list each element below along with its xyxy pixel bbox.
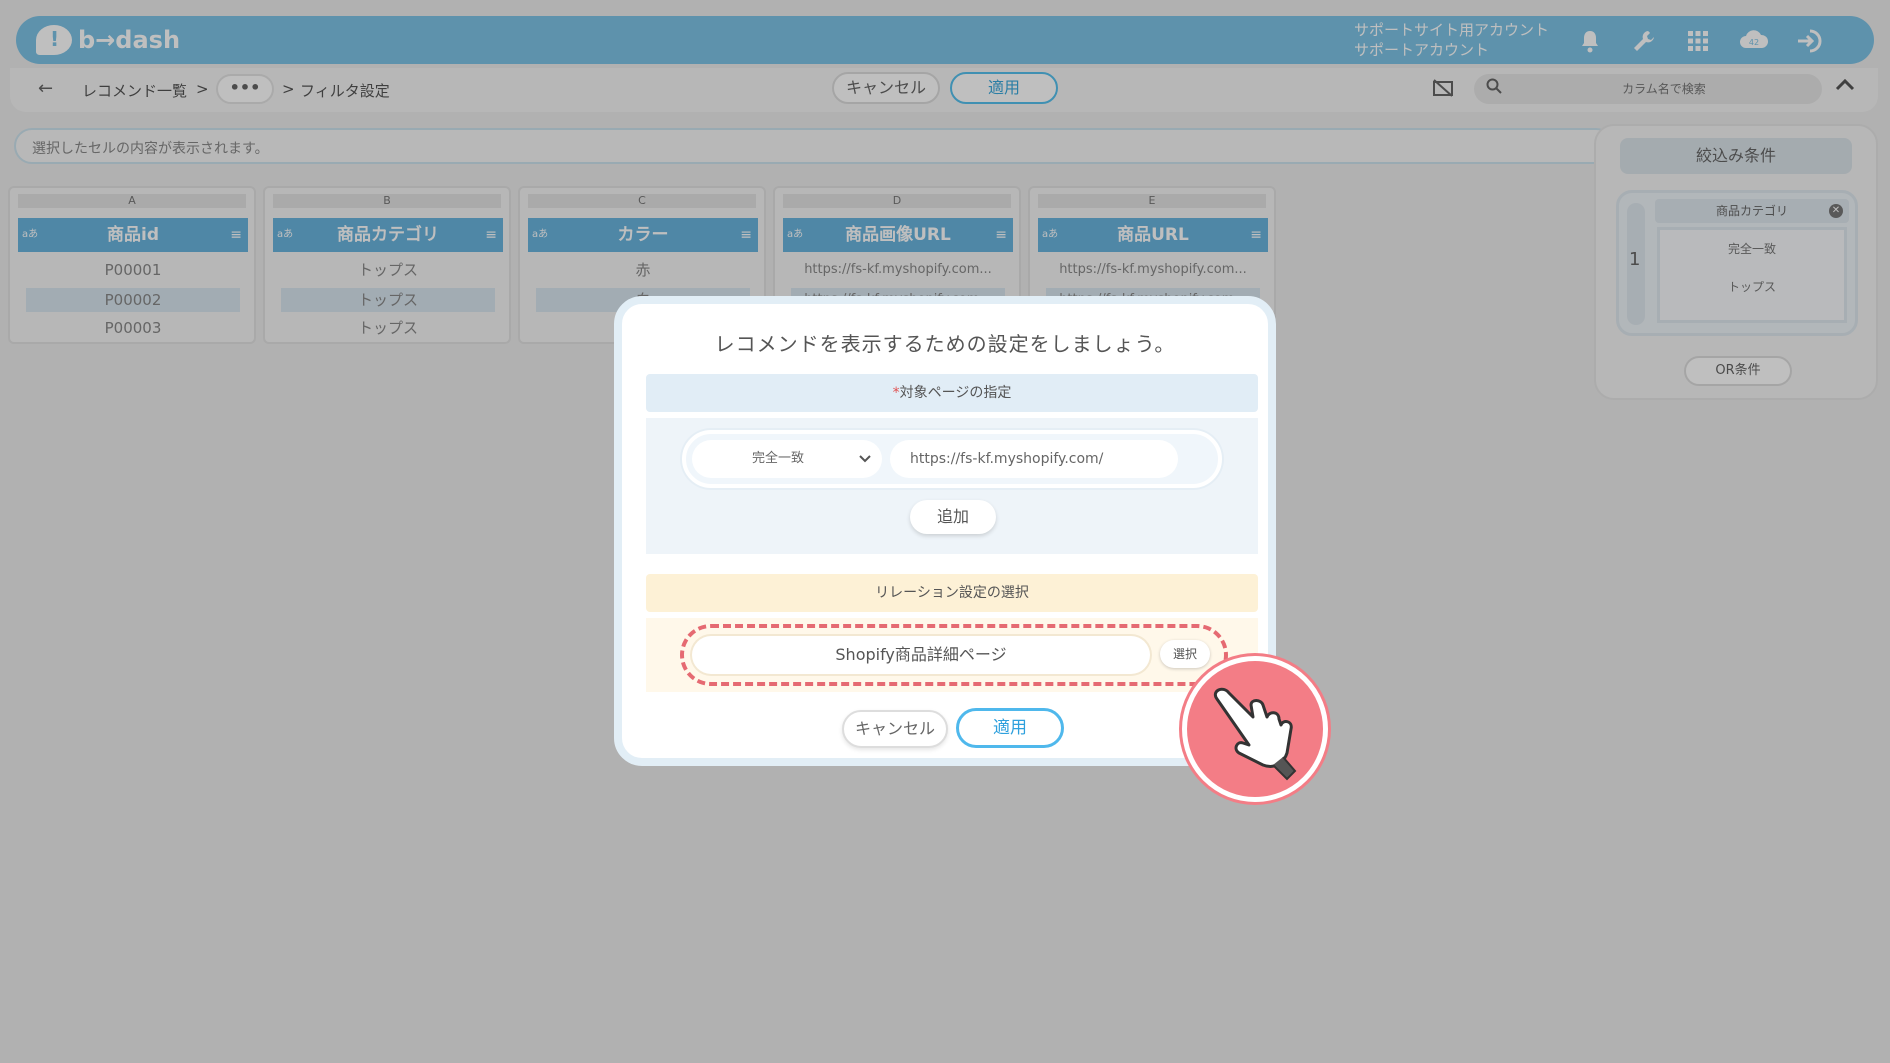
chevron-down-icon [858,440,872,493]
relation-input[interactable]: Shopify商品詳細ページ [692,636,1150,674]
add-condition-button[interactable]: 追加 [910,500,996,534]
match-type-value: 完全一致 [752,451,805,466]
relation-highlight-outline: Shopify商品詳細ページ 選択 [680,624,1228,686]
url-input[interactable]: https://fs-kf.myshopify.com/ [890,440,1178,478]
required-mark: * [892,385,900,401]
url-condition-row: 完全一致 https://fs-kf.myshopify.com/ [682,430,1222,488]
match-type-select[interactable]: 完全一致 [692,440,882,478]
relation-section-header: リレーション設定の選択 [646,574,1258,612]
modal-cancel-button[interactable]: キャンセル [842,710,948,748]
target-page-section: 完全一致 https://fs-kf.myshopify.com/ 追加 [646,418,1258,554]
relation-section: Shopify商品詳細ページ 選択 [646,618,1258,692]
target-page-section-title: 対象ページの指定 [899,385,1012,401]
target-page-section-header: *対象ページの指定 [646,374,1258,412]
modal-title: レコメンドを表示するための設定をしましょう。 [714,332,1176,356]
modal-apply-button[interactable]: 適用 [956,708,1064,748]
tutorial-pointer-icon [1182,656,1328,802]
recommend-settings-modal: レコメンドを表示するための設定をしましょう。 *対象ページの指定 完全一致 ht… [614,296,1276,766]
